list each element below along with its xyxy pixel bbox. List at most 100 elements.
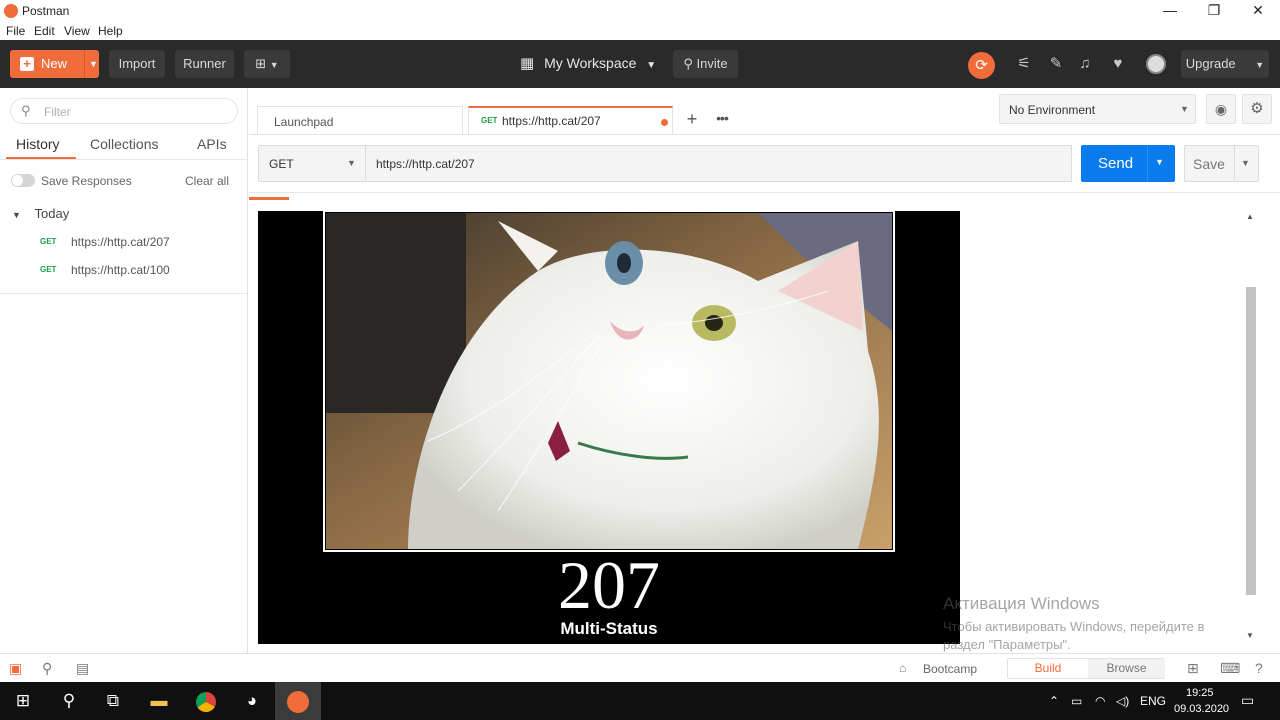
- notifications-icon[interactable]: ▭: [1241, 692, 1254, 709]
- divider: [0, 159, 248, 160]
- history-url: https://http.cat/207: [71, 235, 170, 249]
- app-icon[interactable]: ◕: [229, 682, 275, 720]
- filter-field[interactable]: ⚲ Filter: [10, 98, 238, 124]
- menu-edit[interactable]: Edit: [34, 24, 55, 38]
- console-icon[interactable]: ▤: [76, 660, 89, 677]
- two-pane-icon[interactable]: ⊞: [1187, 660, 1199, 677]
- postman-task-icon[interactable]: [275, 682, 321, 720]
- history-item[interactable]: GET https://http.cat/100: [0, 256, 248, 284]
- history-item[interactable]: GET https://http.cat/207: [0, 228, 248, 256]
- search-icon: ⚲: [21, 103, 31, 118]
- status-bar: ▣ ⚲ ▤ ⌂ Bootcamp Build Browse ⊞ ⌨ ?: [0, 653, 1280, 682]
- browse-tab[interactable]: Browse: [1088, 659, 1165, 678]
- more-tabs-button[interactable]: •••: [709, 108, 735, 132]
- start-icon[interactable]: ⊞: [0, 682, 46, 720]
- wifi-icon[interactable]: ◠: [1095, 694, 1105, 708]
- maximize-button[interactable]: ❐: [1192, 0, 1236, 22]
- title-bar: Postman — ❐ ✕: [0, 0, 1280, 22]
- pane-divider[interactable]: [249, 192, 1280, 193]
- status-code: 207: [558, 547, 660, 623]
- chevron-down-icon[interactable]: ▼: [89, 50, 98, 78]
- send-label: Send: [1098, 155, 1134, 172]
- invite-label: Invite: [696, 56, 728, 71]
- save-button[interactable]: Save ▼: [1184, 145, 1259, 182]
- runner-button[interactable]: Runner: [175, 50, 234, 78]
- windows-taskbar: ⊞ ⚲ ⧉ ▬ ◕ ⌃ ▭ ◠ ◁) ENG 19:25 09.03.2020 …: [0, 682, 1280, 720]
- gear-icon[interactable]: ⚙: [1242, 94, 1272, 124]
- new-window-icon: ⊞: [255, 56, 267, 71]
- find-icon[interactable]: ⚲: [42, 660, 52, 677]
- menu-file[interactable]: File: [6, 24, 25, 38]
- chevron-down-icon[interactable]: ▼: [1241, 158, 1250, 168]
- method-badge: GET: [481, 116, 498, 125]
- tab-label: https://http.cat/207: [502, 114, 601, 128]
- environment-select[interactable]: No Environment ▼: [999, 94, 1196, 124]
- keyboard-icon[interactable]: ⌨: [1220, 660, 1240, 677]
- wrench-icon[interactable]: ✎: [1044, 52, 1068, 76]
- menu-view[interactable]: View: [64, 24, 90, 38]
- task-view-icon[interactable]: ⧉: [90, 682, 136, 720]
- method-badge: GET: [40, 265, 57, 274]
- chrome-icon[interactable]: [183, 682, 229, 720]
- add-user-icon: ⚲: [683, 56, 693, 71]
- volume-icon[interactable]: ◁): [1116, 694, 1129, 708]
- build-tab[interactable]: Build: [1008, 659, 1088, 678]
- toggle-knob: [12, 175, 23, 186]
- pane-resize-handle[interactable]: [249, 197, 289, 200]
- scroll-up-icon[interactable]: ▲: [1246, 212, 1254, 221]
- minimize-button[interactable]: —: [1148, 0, 1192, 22]
- avatar[interactable]: [1146, 54, 1166, 74]
- send-button[interactable]: Send ▼: [1081, 145, 1175, 182]
- tab-request-active[interactable]: GET https://http.cat/207: [468, 106, 673, 134]
- method-select[interactable]: GET ▼: [258, 145, 366, 182]
- tab-history[interactable]: History: [16, 136, 60, 152]
- scrollbar-thumb[interactable]: [1246, 287, 1256, 595]
- tab-launchpad[interactable]: Launchpad: [257, 106, 463, 134]
- status-text: Multi-Status: [560, 619, 658, 638]
- search-icon[interactable]: ⚲: [46, 682, 92, 720]
- request-tabs-bar: Launchpad GET https://http.cat/207 + •••…: [249, 88, 1280, 134]
- eye-icon[interactable]: ◉: [1206, 94, 1236, 124]
- battery-icon[interactable]: ▭: [1071, 694, 1082, 708]
- tab-apis[interactable]: APIs: [197, 136, 227, 152]
- url-input[interactable]: [365, 145, 1072, 182]
- clock-date[interactable]: 09.03.2020: [1174, 703, 1229, 715]
- window-title: Postman: [22, 4, 70, 18]
- bootcamp-icon: ⌂: [899, 661, 907, 675]
- language-indicator[interactable]: ENG: [1140, 694, 1166, 708]
- heart-icon[interactable]: ♥: [1106, 52, 1130, 76]
- add-tab-button[interactable]: +: [679, 108, 705, 132]
- sidebar-toggle-icon[interactable]: ▣: [9, 660, 22, 677]
- chevron-down-icon[interactable]: ▼: [1155, 157, 1164, 167]
- workspace-selector[interactable]: ▦ My Workspace ▼: [520, 54, 656, 72]
- help-icon[interactable]: ?: [1255, 660, 1263, 676]
- tab-collections[interactable]: Collections: [90, 136, 158, 152]
- invite-button[interactable]: ⚲ Invite: [673, 50, 738, 78]
- workspace-label: My Workspace: [544, 55, 637, 71]
- upgrade-button[interactable]: Upgrade ▼: [1181, 50, 1269, 78]
- scroll-down-icon[interactable]: ▼: [1246, 631, 1254, 640]
- bootcamp-button[interactable]: Bootcamp: [923, 662, 977, 676]
- import-button[interactable]: Import: [109, 50, 165, 78]
- close-button[interactable]: ✕: [1236, 0, 1280, 22]
- new-window-button[interactable]: ⊞ ▼: [244, 50, 290, 78]
- history-group-today[interactable]: ▼ Today: [12, 206, 69, 221]
- method-badge: GET: [40, 237, 57, 246]
- new-button-label: New: [41, 56, 68, 71]
- sync-icon[interactable]: ⟳: [968, 52, 995, 79]
- new-button[interactable]: + New ▼: [10, 50, 99, 78]
- file-explorer-icon[interactable]: ▬: [136, 682, 182, 720]
- activation-watermark: Активация Windows Чтобы активировать Win…: [943, 594, 1204, 654]
- postman-logo-icon: [4, 4, 18, 18]
- response-image: 207 Multi-Status: [258, 210, 960, 644]
- satellite-icon[interactable]: ⚟: [1012, 52, 1036, 76]
- filter-placeholder[interactable]: Filter: [44, 105, 71, 119]
- chevron-down-icon: ▼: [646, 60, 657, 71]
- history-url: https://http.cat/100: [71, 263, 170, 277]
- clear-all-button[interactable]: Clear all: [185, 174, 229, 188]
- bell-icon[interactable]: ♫: [1073, 52, 1097, 76]
- menu-help[interactable]: Help: [98, 24, 123, 38]
- clock-time[interactable]: 19:25: [1186, 687, 1214, 699]
- chevron-up-icon[interactable]: ⌃: [1049, 694, 1059, 708]
- save-responses-toggle[interactable]: [11, 174, 35, 187]
